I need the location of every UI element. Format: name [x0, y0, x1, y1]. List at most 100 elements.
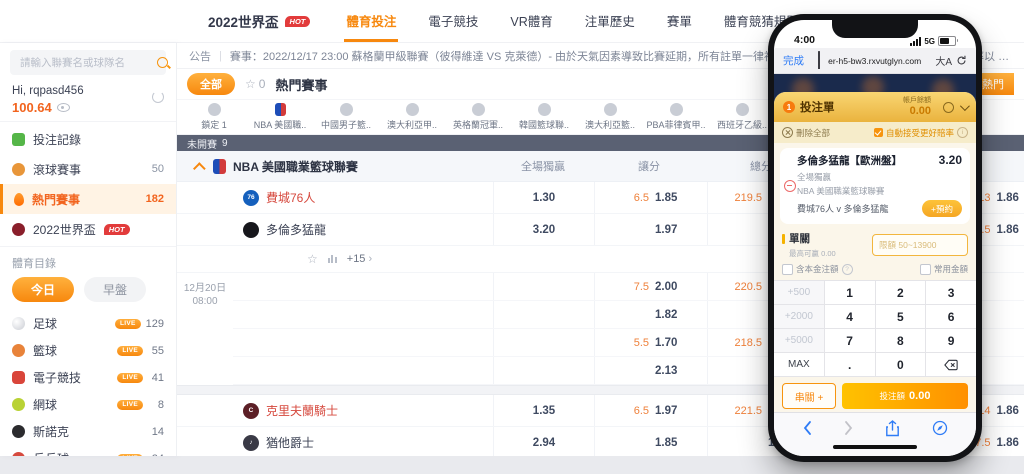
odds-handicap[interactable]: 1.82: [594, 301, 707, 328]
chip-kbl[interactable]: 韓國籃球聯..: [511, 103, 577, 131]
common-amounts-checkbox[interactable]: 常用金額: [920, 263, 968, 275]
stake-input[interactable]: [872, 234, 968, 256]
key-max[interactable]: MAX: [774, 353, 824, 376]
refresh-balance-icon[interactable]: [152, 91, 164, 103]
bet-slip-header[interactable]: 1 投注單 帳戶餘額 0.00: [774, 92, 976, 122]
parlay-button[interactable]: 串關 +: [782, 383, 836, 409]
info-icon[interactable]: ?: [842, 264, 853, 275]
selection-odds: 3.20: [939, 153, 962, 167]
sidebar-item-esports[interactable]: 電子競技 LIVE41: [0, 364, 176, 391]
search-input[interactable]: [18, 56, 157, 70]
odds-handicap[interactable]: 7.52.00: [594, 273, 707, 300]
search-box[interactable]: [10, 50, 166, 75]
refresh-icon[interactable]: [943, 102, 954, 113]
sidebar-item-snooker[interactable]: 斯諾克 14: [0, 418, 176, 445]
key-3[interactable]: 3: [926, 281, 976, 304]
key-6[interactable]: 6: [926, 305, 976, 328]
key-0[interactable]: 0: [876, 353, 926, 376]
odds-win[interactable]: 3.20: [493, 214, 594, 245]
favorites-counter[interactable]: ☆ 0: [245, 77, 265, 91]
tennis-icon: [12, 398, 25, 411]
sidebar-item-soccer[interactable]: 足球 LIVE129: [0, 310, 176, 337]
checkbox-checked-icon[interactable]: [874, 128, 883, 137]
sidebar-item-table-tennis[interactable]: 乒乓球 LIVE24: [0, 445, 176, 456]
chip-locked[interactable]: 鎖定 1: [181, 103, 247, 131]
team-name[interactable]: 猶他爵士: [266, 434, 314, 451]
key-8[interactable]: 8: [876, 329, 926, 352]
collapse-icon[interactable]: [193, 162, 206, 175]
sidebar-item-tennis[interactable]: 網球 LIVE8: [0, 391, 176, 418]
sidebar-item-bet-records[interactable]: 投注記錄: [0, 124, 176, 154]
stats-icon[interactable]: [328, 255, 337, 263]
key-plus-5000[interactable]: +5000: [774, 329, 824, 352]
key-5[interactable]: 5: [876, 305, 926, 328]
key-4[interactable]: 4: [825, 305, 875, 328]
chip-aus[interactable]: 澳大利亞甲..: [379, 103, 445, 131]
odds-handicap[interactable]: 1.85: [594, 427, 707, 456]
url-text[interactable]: er-h5-bw3.rxvutglyn.com: [828, 56, 921, 66]
odds-handicap[interactable]: 5.51.70: [594, 329, 707, 356]
odds-handicap[interactable]: 1.97: [594, 214, 707, 245]
nav-item-vr-sports[interactable]: VR體育: [508, 0, 554, 42]
odds-win[interactable]: 1.35: [493, 395, 594, 426]
back-icon[interactable]: [802, 420, 812, 436]
team-name[interactable]: 克里夫蘭騎士: [266, 402, 338, 419]
auto-accept-toggle[interactable]: 自動接受更好賠率 i: [874, 127, 968, 139]
odds-handicap[interactable]: 6.51.97: [594, 395, 707, 426]
text-size-button[interactable]: 大A: [935, 53, 952, 68]
chip-pba[interactable]: PBA菲律賓甲..: [643, 103, 709, 131]
home-indicator[interactable]: [833, 445, 917, 449]
sidebar-item-live-events[interactable]: 滾球賽事 50: [0, 154, 176, 184]
checkbox-icon[interactable]: [782, 264, 793, 275]
compass-icon[interactable]: [932, 420, 948, 436]
sidebar-item-hot-events[interactable]: 熱門賽事 182: [0, 184, 176, 214]
key-plus-500[interactable]: +500: [774, 281, 824, 304]
team-name[interactable]: 費城76人: [266, 189, 315, 206]
team-name[interactable]: 多倫多猛龍: [266, 221, 326, 238]
chip-nba[interactable]: NBA 美國職..: [247, 103, 313, 131]
key-backspace[interactable]: [926, 353, 976, 376]
key-decimal[interactable]: .: [825, 353, 875, 376]
nav-item-sports-betting[interactable]: 體育投注: [344, 0, 398, 42]
chip-nbl[interactable]: 澳大利亞籃..: [577, 103, 643, 131]
key-2[interactable]: 2: [876, 281, 926, 304]
forward-icon[interactable]: [844, 420, 854, 436]
place-bet-button[interactable]: 投注額 0.00: [842, 383, 968, 409]
chip-eng-champ[interactable]: 英格蘭冠軍..: [445, 103, 511, 131]
checkbox-icon[interactable]: [920, 264, 931, 275]
key-7[interactable]: 7: [825, 329, 875, 352]
eye-icon[interactable]: [57, 103, 70, 112]
nav-item-betslip[interactable]: 賽單: [665, 0, 694, 42]
key-9[interactable]: 9: [926, 329, 976, 352]
remove-selection-icon[interactable]: [784, 180, 796, 192]
nav-item-esports[interactable]: 電子競技: [426, 0, 480, 42]
chip-cba[interactable]: 中國男子籃..: [313, 103, 379, 131]
favorite-star-icon[interactable]: ☆: [307, 252, 318, 266]
done-button[interactable]: 完成: [783, 53, 804, 68]
sidebar-item-basketball[interactable]: 籃球 LIVE55: [0, 337, 176, 364]
odds-win[interactable]: 1.30: [493, 182, 594, 213]
reload-icon[interactable]: [956, 55, 967, 66]
reserve-button[interactable]: +預約: [922, 200, 962, 217]
share-icon[interactable]: [885, 420, 900, 437]
all-filter-button[interactable]: 全部: [187, 73, 235, 95]
battery-icon: [938, 36, 956, 46]
nav-item-bet-history[interactable]: 注單歷史: [583, 0, 637, 42]
balance-label: 帳戶餘額: [903, 97, 931, 105]
chevron-down-icon[interactable]: [960, 101, 970, 111]
brand[interactable]: 2022世界盃 HOT: [186, 11, 310, 31]
odds-handicap[interactable]: 2.13: [594, 357, 707, 384]
sidebar-item-world-cup[interactable]: 2022世界盃 HOT: [0, 214, 176, 244]
search-icon[interactable]: [157, 57, 168, 68]
odds-win[interactable]: 2.94: [493, 427, 594, 456]
more-markets-link[interactable]: +15›: [347, 253, 372, 265]
key-1[interactable]: 1: [825, 281, 875, 304]
key-plus-2000[interactable]: +2000: [774, 305, 824, 328]
odds-handicap[interactable]: 6.51.85: [594, 182, 707, 213]
include-stake-checkbox[interactable]: 含本金注額 ?: [782, 263, 853, 275]
delete-all-button[interactable]: 刪除全部: [782, 127, 830, 139]
info-icon[interactable]: i: [957, 127, 968, 138]
today-button[interactable]: 今日: [12, 277, 74, 302]
early-market-button[interactable]: 早盤: [84, 277, 146, 302]
chip-esp2[interactable]: 西班牙乙級..: [709, 103, 775, 131]
